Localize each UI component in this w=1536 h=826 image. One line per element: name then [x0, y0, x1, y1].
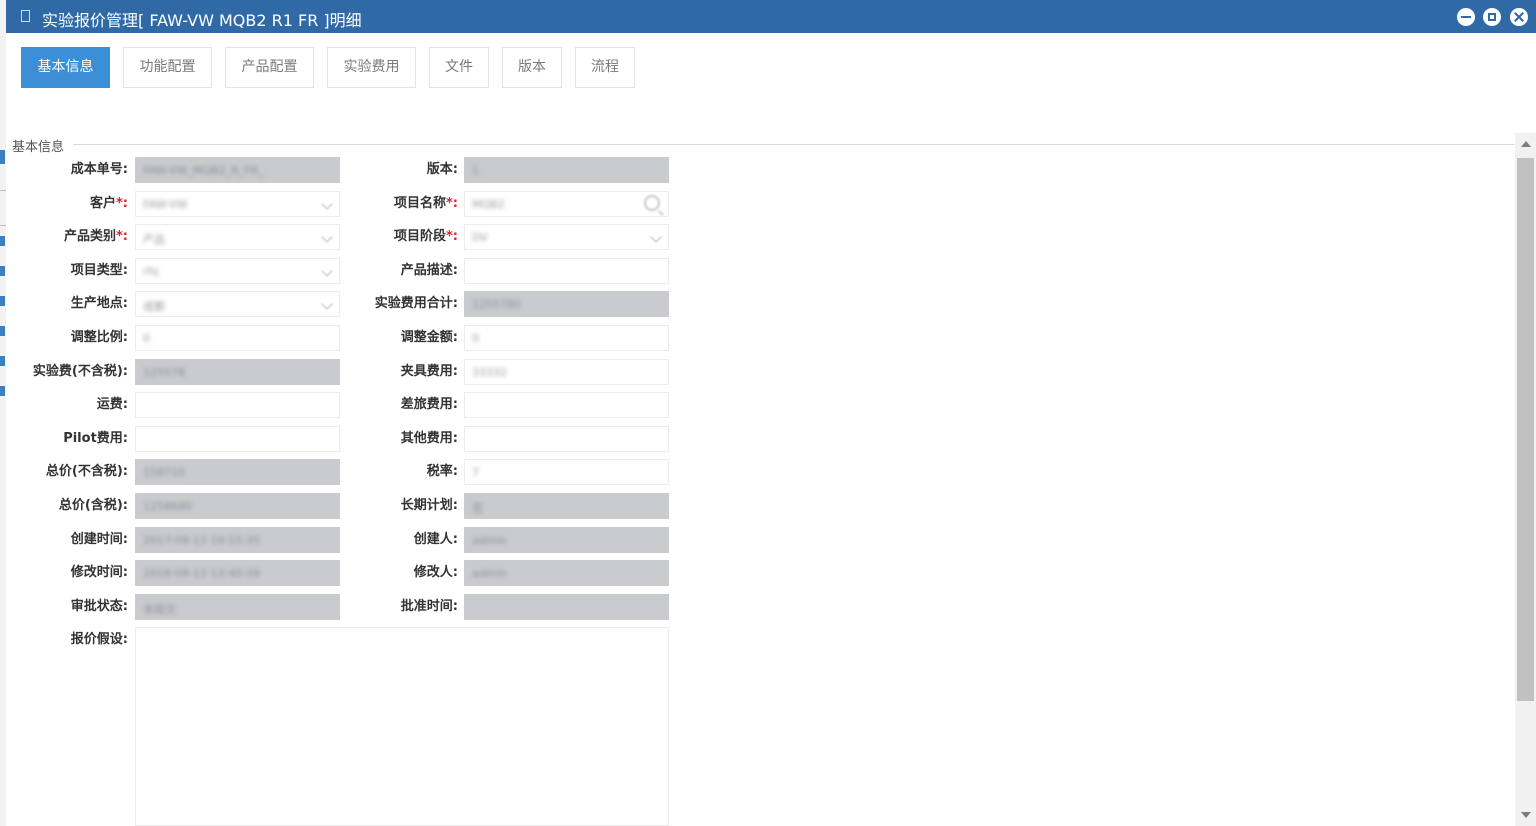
window-icon [21, 10, 30, 22]
maximize-button[interactable] [1483, 8, 1501, 26]
background-marker [0, 236, 5, 246]
project-type-select[interactable]: rfq [135, 258, 340, 284]
maximize-icon [1488, 13, 1496, 21]
label-total-excl-tax: 总价(不含税): [45, 464, 128, 479]
label-project-type: 项目类型: [70, 263, 128, 278]
total-incl-tax-field: 1258680 [135, 493, 340, 519]
chevron-down-icon [321, 265, 333, 277]
project-name-input[interactable]: MQB2 [464, 191, 669, 217]
search-icon[interactable] [644, 195, 660, 211]
tab-workflow[interactable]: 流程 [575, 47, 635, 88]
label-product-category: 产品类别*: [63, 229, 128, 244]
background-marker [0, 296, 5, 306]
label-approval-time: 批准时间: [400, 599, 458, 614]
test-cost-total-field: 1255780 [464, 291, 669, 317]
label-long-term-plan: 长期计划: [400, 498, 458, 513]
label-customer: 客户*: [89, 196, 128, 211]
vertical-scrollbar[interactable] [1515, 133, 1536, 826]
background-marker [0, 150, 5, 164]
label-freight: 运费: [96, 397, 128, 412]
label-other-cost: 其他费用: [400, 431, 458, 446]
fixture-cost-input[interactable]: 33332 [464, 359, 669, 385]
version-field: 1 [464, 157, 669, 183]
quote-assumption-textarea[interactable] [135, 627, 669, 826]
creator-field: admin [464, 527, 669, 553]
minimize-button[interactable] [1457, 8, 1475, 26]
close-button[interactable] [1510, 8, 1528, 26]
test-cost-excl-tax-field: 125578 [135, 359, 340, 385]
dialog-title: 实验报价管理[ FAW-VW MQB2 R1 FR ]明细 [42, 11, 362, 30]
label-project-name: 项目名称*: [393, 196, 458, 211]
production-site-select[interactable]: 成都 [135, 291, 340, 317]
label-pilot-cost: Pilot费用: [63, 431, 128, 446]
approval-status-field: 未提交 [135, 594, 340, 620]
label-version: 版本: [426, 162, 458, 177]
label-created-time: 创建时间: [70, 532, 128, 547]
label-test-cost-total: 实验费用合计: [374, 296, 458, 311]
label-product-desc: 产品描述: [400, 263, 458, 278]
label-cost-no: 成本单号: [70, 162, 128, 177]
tab-function-config[interactable]: 功能配置 [123, 47, 212, 88]
label-quote-assumption: 报价假设: [70, 632, 128, 647]
tab-test-cost[interactable]: 实验费用 [327, 47, 416, 88]
customer-select[interactable]: FAW-VW [135, 191, 340, 217]
label-total-incl-tax: 总价(含税): [58, 498, 128, 513]
chevron-down-icon [321, 198, 333, 210]
label-test-cost-excl-tax: 实验费(不含税): [32, 364, 128, 379]
label-approval-status: 审批状态: [70, 599, 128, 614]
detail-dialog: 实验报价管理[ FAW-VW MQB2 R1 FR ]明细 基本信息 功能配置 … [6, 0, 1536, 826]
label-creator: 创建人: [413, 532, 458, 547]
minimize-icon [1461, 16, 1471, 18]
other-cost-input[interactable] [464, 426, 669, 452]
cost-no-field: FAW-VW_MQB2_R_FR_ [135, 157, 340, 183]
label-project-stage: 项目阶段*: [393, 229, 458, 244]
approval-time-field [464, 594, 669, 620]
total-excl-tax-field: 158710 [135, 459, 340, 485]
tab-version[interactable]: 版本 [502, 47, 562, 88]
scrollbar-thumb[interactable] [1517, 158, 1534, 701]
label-modifier: 修改人: [413, 565, 458, 580]
chevron-down-icon [321, 231, 333, 243]
product-category-select[interactable]: 产品 [135, 224, 340, 250]
product-desc-input[interactable] [464, 258, 669, 284]
tab-product-config[interactable]: 产品配置 [225, 47, 314, 88]
tab-files[interactable]: 文件 [429, 47, 489, 88]
scroll-up-icon[interactable] [1521, 141, 1531, 147]
dialog-titlebar[interactable]: 实验报价管理[ FAW-VW MQB2 R1 FR ]明细 [6, 0, 1536, 33]
background-marker [0, 356, 5, 366]
label-fixture-cost: 夹具费用: [400, 364, 458, 379]
travel-cost-input[interactable] [464, 392, 669, 418]
label-tax-rate: 税率: [426, 464, 458, 479]
created-time-field: 2017-09-13 10:15:35 [135, 527, 340, 553]
tab-basic-info[interactable]: 基本信息 [21, 47, 110, 88]
adjust-ratio-input[interactable]: 0 [135, 325, 340, 351]
chevron-down-icon [321, 298, 333, 310]
label-modified-time: 修改时间: [70, 565, 128, 580]
label-travel-cost: 差旅费用: [400, 397, 458, 412]
section-legend: 基本信息 [12, 136, 67, 155]
label-adjust-ratio: 调整比例: [70, 330, 128, 345]
freight-input[interactable] [135, 392, 340, 418]
adjust-amount-input[interactable]: 0 [464, 325, 669, 351]
modified-time-field: 2018-09-13 13:40:39 [135, 560, 340, 586]
fieldset-border [73, 144, 1523, 145]
scroll-down-icon[interactable] [1521, 812, 1531, 818]
label-production-site: 生产地点: [70, 296, 128, 311]
tax-rate-input[interactable]: 7 [464, 459, 669, 485]
modifier-field: admin [464, 560, 669, 586]
project-stage-select[interactable]: DV [464, 224, 669, 250]
label-adjust-amount: 调整金额: [400, 330, 458, 345]
background-marker [0, 326, 5, 336]
background-marker [0, 386, 5, 396]
long-term-plan-field: 否 [464, 493, 669, 519]
chevron-down-icon [650, 231, 662, 243]
background-marker [0, 266, 5, 276]
pilot-cost-input[interactable] [135, 426, 340, 452]
